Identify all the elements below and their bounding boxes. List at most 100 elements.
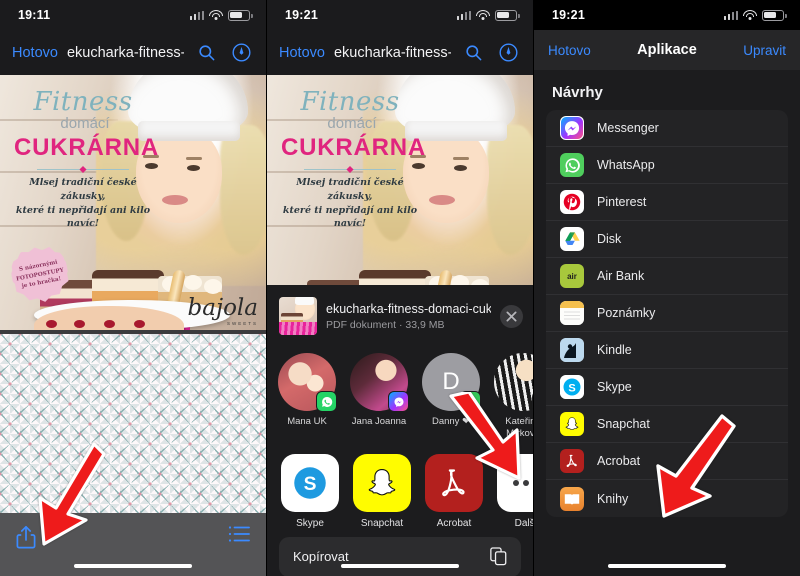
done-button-1[interactable]: Hotovo (12, 45, 58, 61)
pdf-document-area-2[interactable]: Fitnessdomácí CUKRÁRNA Mlsej tradiční če… (267, 75, 533, 285)
cover-logo: bajola SWEETS (187, 295, 258, 327)
home-indicator-2 (341, 563, 459, 568)
status-time: 19:21 (285, 8, 318, 22)
app-share-snapchat[interactable]: Snapchat (351, 453, 413, 529)
cover-subtitle-line1: Mlsej tradiční české zákusky, (29, 177, 137, 202)
arrow-to-share-button (30, 440, 108, 550)
wifi-icon (743, 10, 757, 20)
wifi-icon (476, 10, 490, 20)
status-bar-3: 19:21 (534, 0, 800, 30)
app-label: Snapchat (597, 417, 650, 431)
books-icon (560, 486, 584, 511)
cover-title-block-2: Fitnessdomácí CUKRÁRNA Mlsej tradiční če… (281, 87, 427, 231)
done-button-3[interactable]: Hotovo (548, 43, 591, 58)
cover-title-script: Fitness (33, 87, 133, 117)
panel-share-sheet: 19:21 Hotovo ekucharka-fitness-d... (266, 0, 533, 576)
app-label: Disk (597, 232, 622, 246)
svg-text:S: S (304, 474, 317, 495)
app-label: Pinterest (597, 195, 647, 209)
skype-icon: S (560, 375, 584, 399)
list-item-air-bank[interactable]: air Air Bank (546, 258, 788, 295)
pdf-page-cover-2: Fitnessdomácí CUKRÁRNA Mlsej tradiční če… (267, 75, 533, 285)
status-indicators (456, 9, 520, 21)
list-item-poznamky[interactable]: Poznámky (546, 295, 788, 332)
app-label: WhatsApp (597, 158, 655, 172)
contact-name: Mana UK (287, 416, 327, 427)
share-sheet-header: ekucharka-fitness-domaci-cukra... PDF do… (267, 285, 533, 347)
status-indicators (189, 9, 253, 21)
app-label: Snapchat (360, 517, 404, 529)
pdf-file-title-2: ekucharka-fitness-d... (333, 44, 451, 61)
pinterest-icon (560, 190, 584, 214)
page-title: Aplikace (637, 42, 697, 58)
cover-title-script-2: Fitness (300, 87, 400, 117)
cellular-signal-icon (456, 10, 471, 20)
search-icon[interactable] (460, 40, 486, 66)
markup-pen-icon[interactable] (228, 40, 254, 66)
app-label: Knihy (597, 491, 629, 506)
cover-title-block: Fitnessdomácí CUKRÁRNA Mlsej tradiční če… (14, 87, 160, 231)
cover-title-small-2: domácí (327, 115, 377, 132)
notes-icon (560, 301, 584, 325)
file-info: ekucharka-fitness-domaci-cukra... PDF do… (326, 302, 491, 331)
app-label: Poznámky (597, 306, 656, 320)
markup-pen-icon[interactable] (495, 40, 521, 66)
edit-button[interactable]: Upravit (743, 43, 786, 58)
app-label: Messenger (597, 121, 659, 135)
list-item-pinterest[interactable]: Pinterest (546, 184, 788, 221)
done-button-2[interactable]: Hotovo (279, 45, 325, 61)
contact-item[interactable]: Jana Joanna (347, 353, 411, 440)
home-indicator-3 (608, 563, 726, 568)
panel-app-list: 19:21 Hotovo Aplikace Upravit Návrhy Mes… (533, 0, 800, 576)
section-title-suggestions: Návrhy (552, 84, 603, 101)
acrobat-icon (560, 449, 584, 473)
app-label: Air Bank (597, 269, 645, 283)
messenger-icon (560, 116, 584, 140)
list-item-whatsapp[interactable]: WhatsApp (546, 147, 788, 184)
battery-icon (228, 9, 253, 21)
list-item-messenger[interactable]: Messenger (546, 110, 788, 147)
snapchat-icon (560, 412, 584, 436)
kindle-icon (560, 338, 584, 362)
pdf-nav-bar-2: Hotovo ekucharka-fitness-d... (267, 30, 533, 75)
cover-subtitle-line2-2: které ti nepřidají ani kilo navíc! (282, 204, 418, 230)
table-of-contents-icon[interactable] (228, 525, 250, 543)
cover-title-main-2: CUKRÁRNA (281, 134, 427, 161)
cover-subtitle-line1-2: Mlsej tradiční české zákusky, (296, 177, 404, 202)
app-label: Acrobat (436, 517, 472, 529)
cover-divider (37, 169, 129, 170)
app-label: Acrobat (597, 454, 641, 468)
action-copy[interactable]: Kopírovat (279, 536, 521, 576)
arrow-to-books-app (644, 412, 736, 522)
cover-title-main: CUKRÁRNA (14, 134, 160, 161)
logo-text: bajola (187, 295, 258, 321)
app-label: Skype (597, 380, 632, 394)
battery-icon (762, 9, 787, 21)
home-indicator-1 (74, 563, 192, 568)
cover-subtitle-line2: které ti nepřidají ani kilo navíc! (15, 204, 151, 230)
file-name: ekucharka-fitness-domaci-cukra... (326, 301, 491, 316)
battery-icon (495, 9, 520, 21)
list-item-skype[interactable]: S Skype (546, 369, 788, 406)
cover-title-small: domácí (60, 115, 110, 132)
contact-name: Jana Joanna (351, 416, 407, 427)
list-item-kindle[interactable]: Kindle (546, 332, 788, 369)
list-item-disk[interactable]: Disk (546, 221, 788, 258)
contact-item[interactable]: Mana UK (275, 353, 339, 440)
app-label: Kindle (597, 343, 632, 357)
file-meta: PDF dokument · 33,9 MB (326, 318, 445, 331)
status-time: 19:21 (552, 8, 585, 22)
close-icon[interactable] (500, 304, 523, 328)
air-bank-icon: air (560, 264, 584, 288)
wifi-icon (209, 10, 223, 20)
status-bar-2: 19:21 (267, 0, 533, 30)
status-indicators (723, 9, 787, 21)
whatsapp-badge-icon (316, 391, 337, 412)
cellular-signal-icon (723, 10, 738, 20)
panel-pdf-viewer: 19:11 Hotovo ekucharka-fitness-d... (0, 0, 266, 576)
pdf-nav-bar-1: Hotovo ekucharka-fitness-d... (0, 30, 266, 75)
app-share-skype[interactable]: S Skype (279, 453, 341, 529)
search-icon[interactable] (193, 40, 219, 66)
pdf-page-cover: Fitnessdomácí CUKRÁRNA Mlsej tradiční če… (0, 75, 266, 330)
status-bar-1: 19:11 (0, 0, 266, 30)
